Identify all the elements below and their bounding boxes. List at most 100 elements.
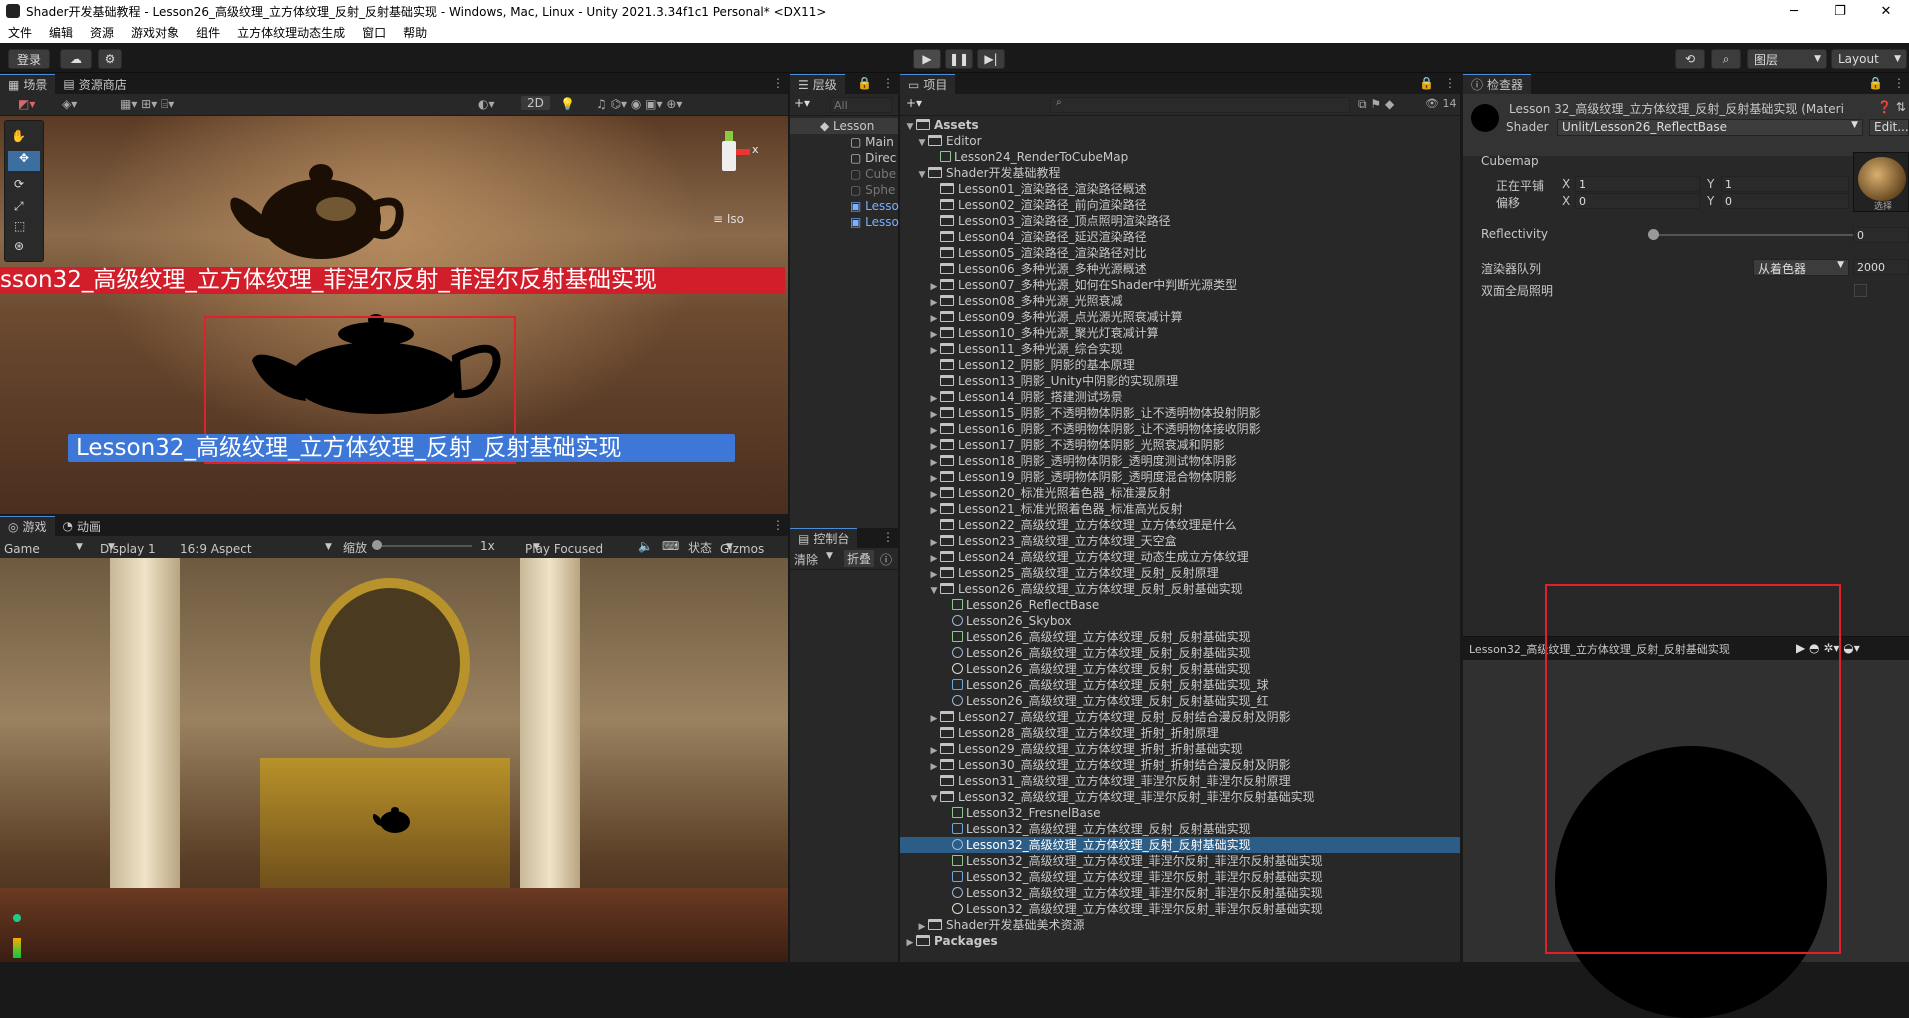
lock-icon[interactable]: 🔒 — [1868, 76, 1883, 90]
keyboard-icon[interactable]: ⌨ — [662, 539, 679, 553]
menu-gameobject[interactable]: 游戏对象 — [123, 24, 188, 41]
project-item[interactable]: Lesson32_高级纹理_立方体纹理_反射_反射基础实现 — [900, 821, 1460, 837]
project-item[interactable]: Lesson32_高级纹理_立方体纹理_菲涅尔反射_菲涅尔反射基础实现 — [900, 901, 1460, 917]
project-item[interactable]: ▶ Lesson10_多种光源_聚光灯衰减计算 — [900, 325, 1460, 341]
project-item[interactable]: ▶ Lesson14_阴影_搭建测试场景 — [900, 389, 1460, 405]
info-icon[interactable]: ⓘ — [880, 551, 892, 568]
render-queue-dropdown[interactable]: 从着色器 ▼ — [1753, 259, 1849, 276]
scale-tool-icon[interactable]: ⤢ — [14, 199, 24, 214]
kebab-menu-icon[interactable]: ⋮ — [882, 530, 894, 544]
iso-label[interactable]: ≡ Iso — [713, 212, 744, 226]
login-button[interactable]: 登录 — [8, 49, 50, 69]
hidden-count[interactable]: 👁 14 — [1425, 97, 1456, 110]
lock-icon[interactable]: 🔒 — [1419, 76, 1434, 90]
project-item[interactable]: ▶ Lesson19_阴影_透明物体阴影_透明度混合物体阴影 — [900, 469, 1460, 485]
hierarchy-search-input[interactable] — [830, 97, 892, 113]
render-queue-field[interactable] — [1853, 259, 1909, 275]
close-button[interactable]: ✕ — [1863, 4, 1909, 19]
project-item[interactable]: ▶ Lesson27_高级纹理_立方体纹理_反射_反射结合漫反射及阴影 — [900, 709, 1460, 725]
project-item[interactable]: Lesson04_渲染路径_延迟渲染路径 — [900, 229, 1460, 245]
edit-shader-button[interactable]: Edit... — [1869, 119, 1909, 136]
project-item[interactable]: Lesson26_高级纹理_立方体纹理_反射_反射基础实现 — [900, 661, 1460, 677]
project-item[interactable]: ▼ Assets — [900, 117, 1460, 133]
hand-tool-icon[interactable]: ✋ — [11, 129, 26, 143]
maximize-button[interactable]: ❐ — [1817, 4, 1863, 19]
lighting-icon[interactable]: 💡 — [560, 97, 575, 111]
scale-slider[interactable] — [372, 545, 472, 547]
hierarchy-item-scene[interactable]: ◆ Lesson — [790, 118, 898, 134]
project-item[interactable]: ▼ Shader开发基础教程 — [900, 165, 1460, 181]
project-item[interactable]: Lesson28_高级纹理_立方体纹理_折射_折射原理 — [900, 725, 1460, 741]
project-item[interactable]: Lesson32_FresnelBase — [900, 805, 1460, 821]
offset-y-field[interactable] — [1721, 193, 1849, 209]
menu-edit[interactable]: 编辑 — [41, 24, 82, 41]
tiling-x-field[interactable] — [1575, 176, 1700, 192]
project-item[interactable]: Lesson32_高级纹理_立方体纹理_菲涅尔反射_菲涅尔反射基础实现 — [900, 885, 1460, 901]
grid-snap-icon[interactable]: ▦▾ ⊞▾ ⌸▾ — [120, 97, 174, 112]
collapse-button[interactable]: 折叠 — [844, 550, 875, 567]
menu-component[interactable]: 组件 — [188, 24, 229, 41]
hierarchy-item[interactable]: ▢ Main — [790, 134, 898, 150]
project-item[interactable]: Lesson05_渲染路径_渲染路径对比 — [900, 245, 1460, 261]
project-item[interactable]: ▶ Lesson17_阴影_不透明物体阴影_光照衰减和阴影 — [900, 437, 1460, 453]
project-item[interactable]: ▶ Lesson25_高级纹理_立方体纹理_反射_反射原理 — [900, 565, 1460, 581]
hierarchy-item[interactable]: ▢ Direc — [790, 150, 898, 166]
toggle-2d-button[interactable]: 2D — [521, 96, 550, 110]
select-button[interactable]: 选择 — [1874, 199, 1892, 212]
project-item[interactable]: ▶ Shader开发基础美术资源 — [900, 917, 1460, 933]
hierarchy-item[interactable]: ▢ Cube — [790, 166, 898, 182]
view-options-icon[interactable]: ◈▾ — [62, 97, 77, 111]
project-item[interactable]: ▶ Lesson29_高级纹理_立方体纹理_折射_折射基础实现 — [900, 741, 1460, 757]
hierarchy-item[interactable]: ▣ Lesso — [790, 198, 899, 214]
menu-window[interactable]: 窗口 — [354, 24, 395, 41]
project-item[interactable]: ▼ Lesson32_高级纹理_立方体纹理_菲涅尔反射_菲涅尔反射基础实现 — [900, 789, 1460, 805]
tab-hierarchy[interactable]: ☰ 层级 — [790, 74, 845, 94]
project-item[interactable]: ▶ Lesson20_标准光照着色器_标准漫反射 — [900, 485, 1460, 501]
menu-help[interactable]: 帮助 — [395, 24, 436, 41]
play-icon[interactable]: ▶ — [913, 49, 941, 69]
project-item[interactable]: Lesson01_渲染路径_渲染路径概述 — [900, 181, 1460, 197]
project-item[interactable]: ▶ Lesson18_阴影_透明物体阴影_透明度测试物体阴影 — [900, 453, 1460, 469]
shader-dropdown[interactable]: Unlit/Lesson26_ReflectBase ▼ — [1557, 119, 1863, 136]
project-item[interactable]: Lesson13_阴影_Unity中阴影的实现原理 — [900, 373, 1460, 389]
audio-icon[interactable]: ♫ ⌬▾ ◉ ▣▾ ⊕▾ — [596, 97, 682, 111]
project-item[interactable]: Lesson26_高级纹理_立方体纹理_反射_反射基础实现 — [900, 629, 1460, 645]
search-icon[interactable]: ⌕ — [1711, 49, 1741, 69]
history-icon[interactable]: ⟲ — [1675, 49, 1705, 69]
settings-icon[interactable]: ⚙ — [98, 49, 122, 69]
add-icon[interactable]: +▾ — [906, 96, 922, 110]
project-item[interactable]: ▶ Lesson08_多种光源_光照衰减 — [900, 293, 1460, 309]
reflectivity-slider[interactable] — [1653, 234, 1856, 236]
rect-tool-icon[interactable]: ⬚ — [14, 219, 25, 233]
project-item[interactable]: ▼ Editor — [900, 133, 1460, 149]
reflectivity-slider-handle[interactable] — [1648, 229, 1659, 240]
kebab-menu-icon[interactable]: ⋮ — [772, 518, 784, 532]
move-tool-icon[interactable]: ✥ — [8, 151, 40, 171]
transform-tool-icon[interactable]: ⊛ — [14, 239, 24, 253]
project-item[interactable]: ▶ Lesson21_标准光照着色器_标准高光反射 — [900, 501, 1460, 517]
project-item[interactable]: Lesson22_高级纹理_立方体纹理_立方体纹理是什么 — [900, 517, 1460, 533]
stats-button[interactable]: 状态 — [688, 539, 712, 556]
project-item[interactable]: Lesson26_Skybox — [900, 613, 1460, 629]
expand-right-icon[interactable]: ▶ — [904, 935, 916, 951]
project-item[interactable]: Lesson32_高级纹理_立方体纹理_菲涅尔反射_菲涅尔反射基础实现 — [900, 853, 1460, 869]
cubemap-slot[interactable]: 选择 — [1853, 152, 1909, 212]
layout-dropdown[interactable]: Layout ▼ — [1831, 49, 1907, 69]
project-item[interactable]: Lesson24_RenderToCubeMap — [900, 149, 1460, 165]
cloud-icon[interactable]: ☁ — [60, 49, 92, 69]
tiling-y-field[interactable] — [1721, 176, 1849, 192]
tab-game[interactable]: ◎ 游戏 — [0, 516, 55, 536]
mute-icon[interactable]: 🔈 — [638, 539, 653, 553]
project-item[interactable]: ▶ Packages — [900, 933, 1460, 949]
tab-animation[interactable]: ◔ 动画 — [55, 516, 110, 536]
scene-viewport[interactable]: sson32_高级纹理_立方体纹理_菲涅尔反射_菲涅尔反射基础实现 Lesson… — [0, 116, 788, 514]
project-item[interactable]: ▼ Lesson26_高级纹理_立方体纹理_反射_反射基础实现 — [900, 581, 1460, 597]
project-item[interactable]: Lesson03_渲染路径_顶点照明渲染路径 — [900, 213, 1460, 229]
project-item[interactable]: Lesson02_渲染路径_前向渲染路径 — [900, 197, 1460, 213]
project-item[interactable]: Lesson32_高级纹理_立方体纹理_菲涅尔反射_菲涅尔反射基础实现 — [900, 869, 1460, 885]
offset-x-field[interactable] — [1575, 193, 1700, 209]
menu-assets[interactable]: 资源 — [82, 24, 123, 41]
reflectivity-field[interactable] — [1853, 227, 1909, 243]
layers-dropdown[interactable]: 图层 ▼ — [1747, 49, 1827, 69]
menu-file[interactable]: 文件 — [0, 24, 41, 41]
